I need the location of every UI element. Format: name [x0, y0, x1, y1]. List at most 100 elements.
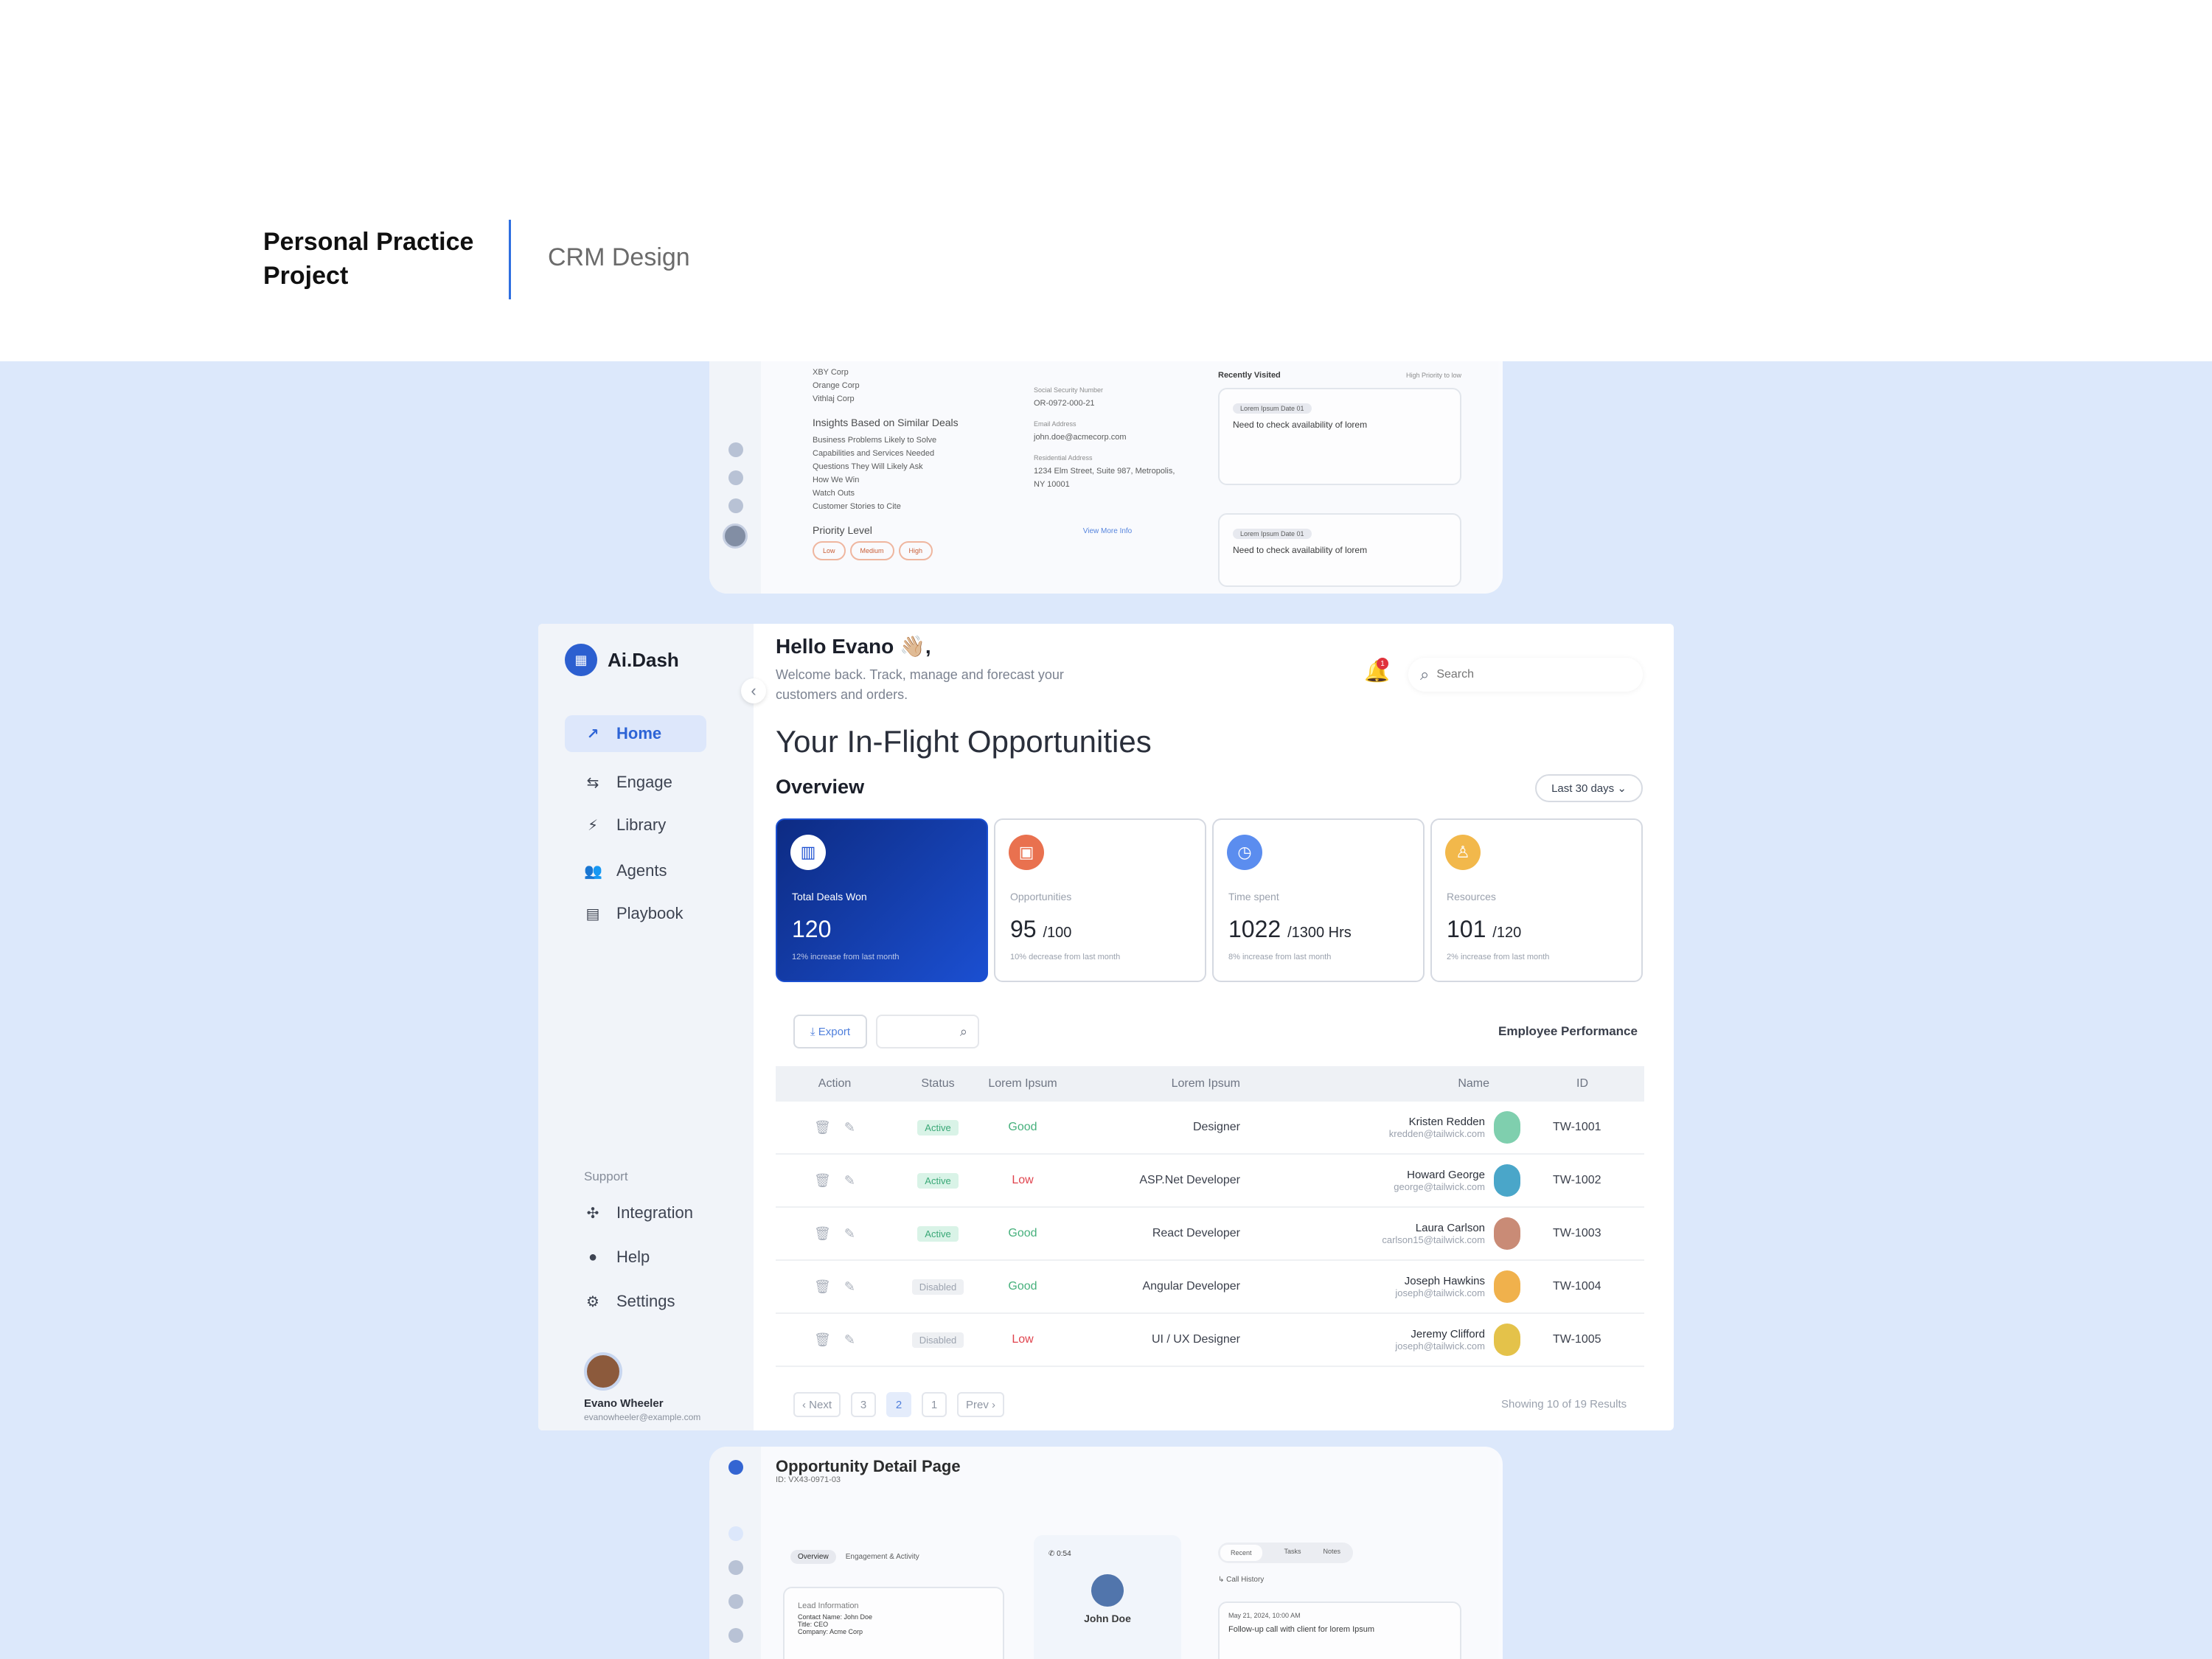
column-header[interactable]: Status [894, 1077, 982, 1091]
logo-icon: ▦ [565, 644, 597, 676]
note-text: Need to check availability of lorem [1233, 420, 1368, 430]
segment-recent[interactable]: Recent [1220, 1545, 1262, 1561]
collapse-sidebar-button[interactable]: ‹ [741, 678, 766, 703]
trash-icon[interactable]: 🗑 [814, 1279, 831, 1295]
search-input[interactable] [1436, 668, 1614, 681]
pencil-icon[interactable]: ✎ [844, 1120, 855, 1135]
sort-dropdown[interactable]: High Priority to low [1406, 369, 1461, 382]
user-name: Evano Wheeler [584, 1397, 664, 1410]
row-id: TW-1002 [1553, 1174, 1601, 1186]
call-history-card[interactable]: May 21, 2024, 10:00 AM Follow-up call wi… [1218, 1601, 1461, 1659]
note-tag: Lorem Ipsum Date 01 [1233, 529, 1312, 539]
sidebar-item-playbook[interactable]: ▤ Playbook [565, 895, 706, 932]
view-more-link[interactable]: View More Info [1034, 525, 1181, 538]
column-header[interactable]: Lorem Ipsum [1063, 1077, 1255, 1091]
sidebar: ▦ Ai.Dash ↗ Home ⇆ Engage ⚡ Library 👥 Ag… [538, 624, 754, 1430]
call-date: May 21, 2024, 10:00 AM [1228, 1612, 1301, 1619]
user-email: evanowheeler@example.com [584, 1412, 701, 1422]
pagination-page[interactable]: 1 [922, 1392, 947, 1417]
phone-icon: ↳ [1218, 1576, 1225, 1584]
pencil-icon[interactable]: ✎ [844, 1226, 855, 1242]
avatar[interactable] [584, 1352, 622, 1391]
trash-icon[interactable]: 🗑 [814, 1226, 831, 1242]
address-value: 1234 Elm Street, Suite 987, Metropolis, … [1034, 467, 1175, 489]
stat-card-opportunities[interactable]: ▣ Opportunities 95 /100 10% decrease fro… [994, 818, 1206, 982]
list-item: Business Problems Likely to Solve [813, 436, 937, 445]
clock-icon: ◷ [1227, 835, 1262, 870]
sidebar-item-settings[interactable]: ⚙ Settings [565, 1283, 706, 1320]
sidebar-item-engage[interactable]: ⇆ Engage [565, 764, 706, 801]
lead-detail-preview: XBY Corp Orange Corp Vithlaj Corp Insigh… [709, 361, 1503, 594]
trash-icon[interactable]: 🗑 [814, 1120, 831, 1135]
users-icon[interactable] [728, 1628, 743, 1643]
sidebar-item-agents[interactable]: 👥 Agents [565, 852, 706, 889]
column-header[interactable]: ID [1520, 1077, 1644, 1091]
trend-icon[interactable] [728, 1526, 743, 1541]
note-card[interactable]: Lorem Ipsum Date 01 Need to check availa… [1218, 513, 1461, 587]
table-search-input[interactable]: ⌕ [876, 1015, 979, 1048]
preview-recently-visited: Recently Visited High Priority to low [1218, 369, 1461, 382]
pagination-page-current[interactable]: 2 [886, 1392, 912, 1417]
list-item: Title: CEO [798, 1621, 829, 1628]
page-header: Personal Practice Project CRM Design [0, 0, 2212, 361]
note-card[interactable]: Lorem Ipsum Date 01 Need to check availa… [1218, 388, 1461, 485]
call-note: Follow-up call with client for lorem Ips… [1228, 1625, 1375, 1634]
gear-icon [728, 498, 743, 513]
sidebar-item-help[interactable]: ● Help [565, 1239, 706, 1276]
rating-text: Good [1008, 1121, 1037, 1133]
card-label: Resources [1447, 891, 1496, 902]
support-label: Support [584, 1169, 628, 1183]
priority-high[interactable]: High [898, 541, 933, 560]
stat-card-deals-won[interactable]: ▥ Total Deals Won 120 12% increase from … [776, 818, 988, 982]
sidebar-item-label: Integration [616, 1203, 693, 1222]
list-item: Watch Outs [813, 489, 855, 498]
card-suffix: /120 [1492, 925, 1522, 941]
gear-icon: ⚙ [586, 1293, 599, 1310]
table-row: 🗑 ✎ Disabled Good Angular Developer Josep… [776, 1261, 1644, 1314]
puzzle-icon: ✣ [586, 1205, 599, 1222]
lead-info-card: Lead Information Contact Name: John Doe … [783, 1587, 1004, 1659]
card-number: 1022 [1228, 916, 1281, 942]
column-header[interactable]: Lorem Ipsum [982, 1077, 1063, 1091]
trash-icon[interactable]: 🗑 [814, 1173, 831, 1189]
sidebar-item-home[interactable]: ↗ Home [565, 715, 706, 752]
segment-tasks[interactable]: Tasks [1284, 1545, 1301, 1561]
status-badge: Disabled [911, 1332, 964, 1348]
list-item: Company: Acme Corp [798, 1628, 863, 1635]
date-range-select[interactable]: Last 30 days ⌄ [1535, 774, 1643, 802]
email-value: john.doe@acmecorp.com [1034, 433, 1127, 442]
sliders-icon[interactable] [728, 1560, 743, 1575]
pagination-page[interactable]: 3 [851, 1392, 877, 1417]
pencil-icon[interactable]: ✎ [844, 1279, 855, 1295]
pagination-next-button[interactable]: ‹ Next [793, 1392, 841, 1417]
priority-medium[interactable]: Medium [849, 541, 894, 560]
trash-icon[interactable]: 🗑 [814, 1332, 831, 1348]
stat-card-resources[interactable]: ♙ Resources 101 /120 2% increase from la… [1430, 818, 1643, 982]
priority-low[interactable]: Low [813, 541, 846, 560]
person-email: joseph@tailwick.com [1395, 1340, 1485, 1352]
activity-panel: Recent Tasks Notes ↳ Call History [1218, 1543, 1461, 1587]
card-value: 120 [792, 916, 831, 943]
pagination-prev-button[interactable]: Prev › [957, 1392, 1005, 1417]
sidebar-item-library[interactable]: ⚡ Library [565, 807, 706, 844]
puzzle-icon [728, 442, 743, 457]
card-note: 12% increase from last month [792, 953, 900, 961]
priority-heading: Priority Level [813, 524, 872, 536]
status-badge: Active [917, 1172, 959, 1189]
segment-notes[interactable]: Notes [1324, 1545, 1352, 1561]
column-header[interactable]: Name [1255, 1077, 1520, 1091]
export-button[interactable]: ⤓ Export [793, 1015, 867, 1048]
search-bar[interactable]: ⌕ [1408, 658, 1643, 692]
tab-overview[interactable]: Overview [790, 1550, 836, 1564]
pencil-icon[interactable]: ✎ [844, 1332, 855, 1348]
tab-engagement[interactable]: Engagement & Activity [838, 1550, 927, 1564]
sidebar-item-integration[interactable]: ✣ Integration [565, 1194, 706, 1231]
preview-contact-info: Social Security Number OR-0972-000-21 Em… [1034, 383, 1181, 538]
greeting: Hello Evano 👋🏼, [776, 635, 931, 658]
bolt-icon[interactable] [728, 1594, 743, 1609]
stat-card-time-spent[interactable]: ◷ Time spent 1022 /1300 Hrs 8% increase … [1212, 818, 1425, 982]
avatar [1091, 1574, 1124, 1607]
pencil-icon[interactable]: ✎ [844, 1173, 855, 1189]
column-header[interactable]: Action [776, 1077, 894, 1091]
sidebar-item-label: Agents [616, 861, 667, 880]
